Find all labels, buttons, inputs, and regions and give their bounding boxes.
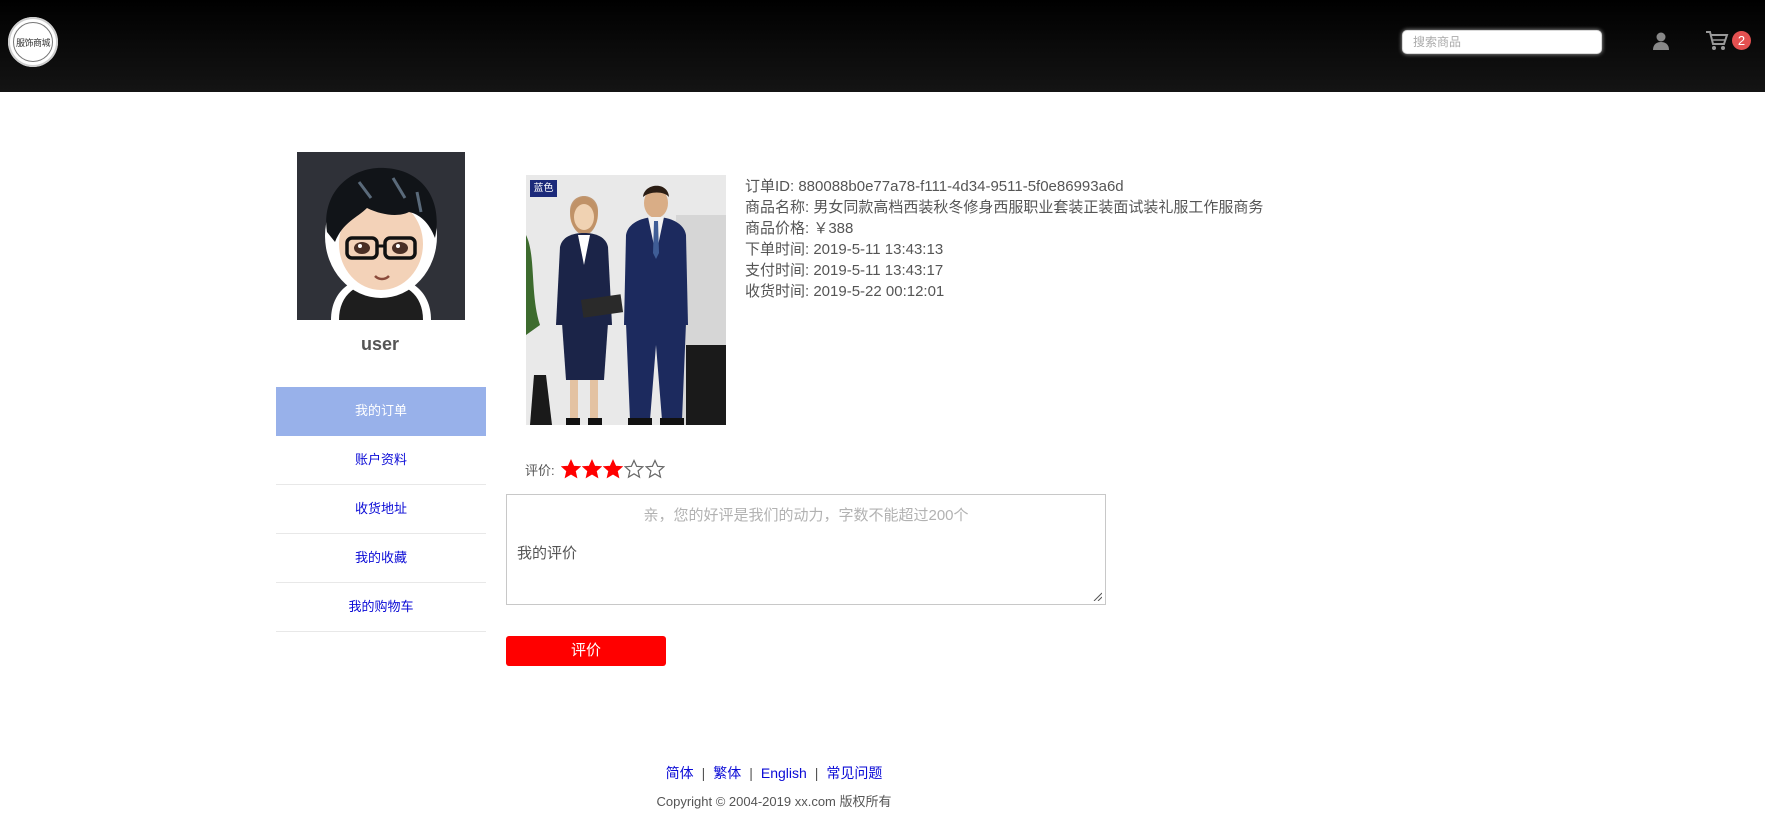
comment-placeholder: 亲，您的好评是我们的动力，字数不能超过200个 [643, 507, 969, 524]
footer-separator: | [814, 765, 819, 781]
product-color-tag: 蓝色 [530, 180, 557, 197]
footer-separator: | [749, 765, 753, 781]
sidebar-item-my-favorites[interactable]: 我的收藏 [276, 534, 486, 583]
logo-emblem: 服饰商城 [13, 22, 53, 62]
comment-textarea[interactable]: 亲，您的好评是我们的动力，字数不能超过200个 我的评价 [506, 494, 1106, 605]
footer-link-traditional[interactable]: 繁体 [713, 765, 741, 781]
order-time: 下单时间: 2019-5-11 13:43:13 [745, 241, 944, 258]
rating-label: 评价: [525, 462, 555, 478]
footer-link-simplified[interactable]: 简体 [666, 765, 694, 781]
sidebar-item-my-orders[interactable]: 我的订单 [276, 387, 486, 436]
product-photo [526, 175, 726, 425]
search-input[interactable] [1402, 30, 1602, 54]
star-empty-icon[interactable] [644, 459, 665, 479]
order-id: 订单ID: 880088b0e77a78-f111-4d34-9511-5f0e… [745, 178, 1124, 195]
footer-link-faq[interactable]: 常见问题 [826, 765, 882, 781]
logo-text: 服饰商城 [15, 39, 51, 49]
product-name: 商品名称: 男女同款高档西装秋冬修身西服职业套装正装面试装礼服工作服商务 [745, 199, 1264, 216]
username: user [360, 334, 400, 354]
footer-links: 简体 | 繁体 | English | 常见问题 [0, 763, 1548, 783]
comment-text: 我的评价 [517, 545, 578, 562]
avatar-illustration [297, 152, 465, 320]
sidebar-menu: 我的订单 账户资料 收货地址 我的收藏 我的购物车 [276, 387, 486, 632]
footer-link-english[interactable]: English [761, 765, 807, 781]
product-image [526, 175, 726, 425]
resize-handle-icon[interactable] [1092, 591, 1102, 601]
copyright: Copyright © 2004-2019 xx.com 版权所有 [656, 794, 892, 809]
star-filled-icon[interactable] [602, 459, 623, 479]
star-filled-icon[interactable] [581, 459, 602, 479]
star-rating[interactable] [560, 459, 666, 479]
star-empty-icon[interactable] [623, 459, 644, 479]
pay-time: 支付时间: 2019-5-11 13:43:17 [745, 262, 944, 279]
top-navbar: 服饰商城 2 [0, 0, 1765, 92]
sidebar-item-my-cart[interactable]: 我的购物车 [276, 583, 486, 632]
user-icon[interactable] [1651, 31, 1671, 51]
user-avatar [297, 152, 465, 320]
footer-separator: | [701, 765, 706, 781]
sidebar-item-account-info[interactable]: 账户资料 [276, 436, 486, 485]
receive-time: 收货时间: 2019-5-22 00:12:01 [745, 283, 945, 300]
submit-review-button[interactable]: 评价 [506, 636, 666, 666]
star-filled-icon[interactable] [560, 459, 581, 479]
order-details: 订单ID: 880088b0e77a78-f111-4d34-9511-5f0e… [745, 176, 1263, 302]
product-price: 商品价格: ￥388 [745, 220, 854, 237]
cart-count-badge: 2 [1732, 31, 1751, 50]
site-logo[interactable]: 服饰商城 [8, 17, 58, 67]
sidebar-item-shipping-address[interactable]: 收货地址 [276, 485, 486, 534]
rating-row: 评价: [525, 459, 666, 479]
cart-icon[interactable] [1705, 30, 1729, 52]
